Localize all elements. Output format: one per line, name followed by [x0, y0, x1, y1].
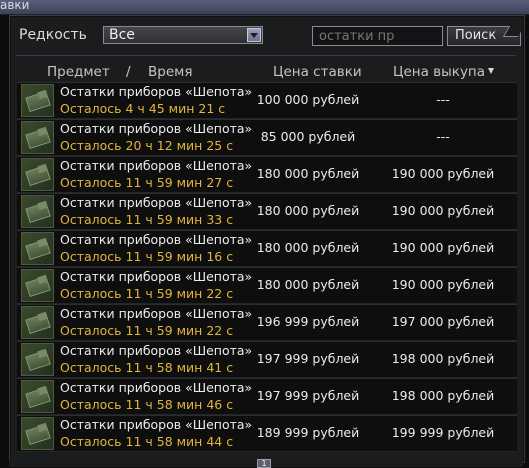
column-header-buyout-label: Цена выкупа [393, 64, 486, 80]
item-bid-price: 180 000 рублей [256, 277, 360, 292]
item-thumbnail [21, 84, 54, 117]
item-thumbnail [21, 306, 54, 339]
search-button-label: Поиск [455, 28, 497, 43]
rarity-label: Редкость [19, 27, 87, 43]
table-row[interactable]: Остатки приборов «Шепота» Осталось 11 ч 5… [17, 378, 517, 415]
item-buyout-price: 190 000 рублей [391, 203, 495, 218]
column-header-bid[interactable]: Цена ставки [273, 64, 362, 80]
item-name: Остатки приборов «Шепота» [60, 232, 253, 247]
item-time-left: Осталось 4 ч 45 мин 21 с [60, 101, 226, 116]
item-name: Остатки приборов «Шепота» [60, 121, 253, 136]
column-header-separator: / [126, 64, 131, 80]
item-time-left: Осталось 11 ч 58 мин 44 с [60, 434, 234, 449]
item-name: Остатки приборов «Шепота» [60, 380, 253, 395]
item-time-left: Осталось 11 ч 59 мин 22 с [60, 286, 234, 301]
item-buyout-price: 190 000 рублей [391, 277, 495, 292]
item-time-left: Осталось 11 ч 59 мин 16 с [60, 249, 234, 264]
item-name: Остатки приборов «Шепота» [60, 306, 253, 321]
rarity-dropdown-value: Все [109, 27, 135, 43]
item-name: Остатки приборов «Шепота» [60, 158, 253, 173]
item-bid-price: 197 999 рублей [256, 388, 360, 403]
item-thumbnail [21, 417, 54, 450]
table-row[interactable]: Остатки приборов «Шепота» Осталось 11 ч 5… [17, 230, 517, 267]
item-thumbnail [21, 269, 54, 302]
item-bid-price: 100 000 рублей [256, 92, 360, 107]
divider [16, 55, 516, 56]
item-thumbnail [21, 232, 54, 265]
item-bid-price: 196 999 рублей [256, 314, 360, 329]
item-buyout-price: 198 000 рублей [391, 351, 495, 366]
search-input[interactable] [312, 26, 443, 46]
table-row[interactable]: Остатки приборов «Шепота» Осталось 20 ч 1… [17, 119, 517, 156]
table-row[interactable]: Остатки приборов «Шепота» Осталось 11 ч 5… [17, 267, 517, 304]
window-title: авки [0, 0, 30, 12]
item-time-left: Осталось 11 ч 58 мин 46 с [60, 397, 234, 412]
table-row[interactable]: Остатки приборов «Шепота» Осталось 11 ч 5… [17, 304, 517, 341]
item-thumbnail [21, 195, 54, 228]
item-bid-price: 85 000 рублей [260, 129, 356, 144]
column-header-buyout[interactable]: Цена выкупа [393, 64, 495, 80]
item-buyout-price: 190 000 рублей [391, 166, 495, 181]
item-bid-price: 197 999 рублей [256, 351, 360, 366]
search-button[interactable]: Поиск [447, 26, 525, 46]
item-thumbnail [21, 121, 54, 154]
item-bid-price: 180 000 рублей [256, 240, 360, 255]
table-row[interactable]: Остатки приборов «Шепота» Осталось 11 ч 5… [17, 193, 517, 230]
item-buyout-price: 199 999 рублей [391, 425, 495, 440]
rarity-dropdown[interactable]: Все [103, 26, 263, 44]
item-name: Остатки приборов «Шепота» [60, 84, 253, 99]
item-thumbnail [21, 343, 54, 376]
item-time-left: Осталось 11 ч 59 мин 27 с [60, 175, 234, 190]
item-buyout-price: 197 000 рублей [391, 314, 495, 329]
auction-panel: Редкость Все Поиск Предмет / Время Цена … [9, 15, 525, 463]
item-time-left: Осталось 11 ч 59 мин 22 с [60, 323, 234, 338]
filter-bar: Редкость Все Поиск [19, 26, 525, 48]
item-buyout-price: 198 000 рублей [391, 388, 495, 403]
chevron-down-icon[interactable] [247, 28, 261, 42]
item-name: Остатки приборов «Шепота» [60, 269, 253, 284]
item-buyout-price: --- [436, 92, 450, 107]
sort-desc-icon [488, 68, 495, 74]
table-row[interactable]: Остатки приборов «Шепота» Осталось 4 ч 45… [17, 82, 517, 119]
item-thumbnail [21, 158, 54, 191]
item-bid-price: 180 000 рублей [256, 203, 360, 218]
item-name: Остатки приборов «Шепота» [60, 195, 253, 210]
item-buyout-price: --- [436, 129, 450, 144]
item-bid-price: 189 999 рублей [256, 425, 360, 440]
item-name: Остатки приборов «Шепота» [60, 343, 253, 358]
item-buyout-price: 190 000 рублей [391, 240, 495, 255]
table-row[interactable]: Остатки приборов «Шепота» Осталось 11 ч 5… [17, 415, 517, 452]
item-name: Остатки приборов «Шепота» [60, 417, 253, 432]
table-row[interactable]: Остатки приборов «Шепота» Осталось 11 ч 5… [17, 156, 517, 193]
item-thumbnail [21, 380, 54, 413]
item-time-left: Осталось 20 ч 12 мин 25 с [60, 138, 234, 153]
column-header-item[interactable]: Предмет [47, 64, 110, 80]
window-titlebar: авки [0, 0, 529, 15]
column-header-time[interactable]: Время [148, 64, 192, 80]
corner-fold-decoration [502, 26, 525, 37]
table-row[interactable]: Остатки приборов «Шепота» Осталось 11 ч 5… [17, 341, 517, 378]
item-bid-price: 180 000 рублей [256, 166, 360, 181]
item-time-left: Осталось 11 ч 59 мин 33 с [60, 212, 234, 227]
item-time-left: Осталось 11 ч 58 мин 41 с [60, 360, 234, 375]
table-header: Предмет / Время Цена ставки Цена выкупа [10, 62, 524, 80]
